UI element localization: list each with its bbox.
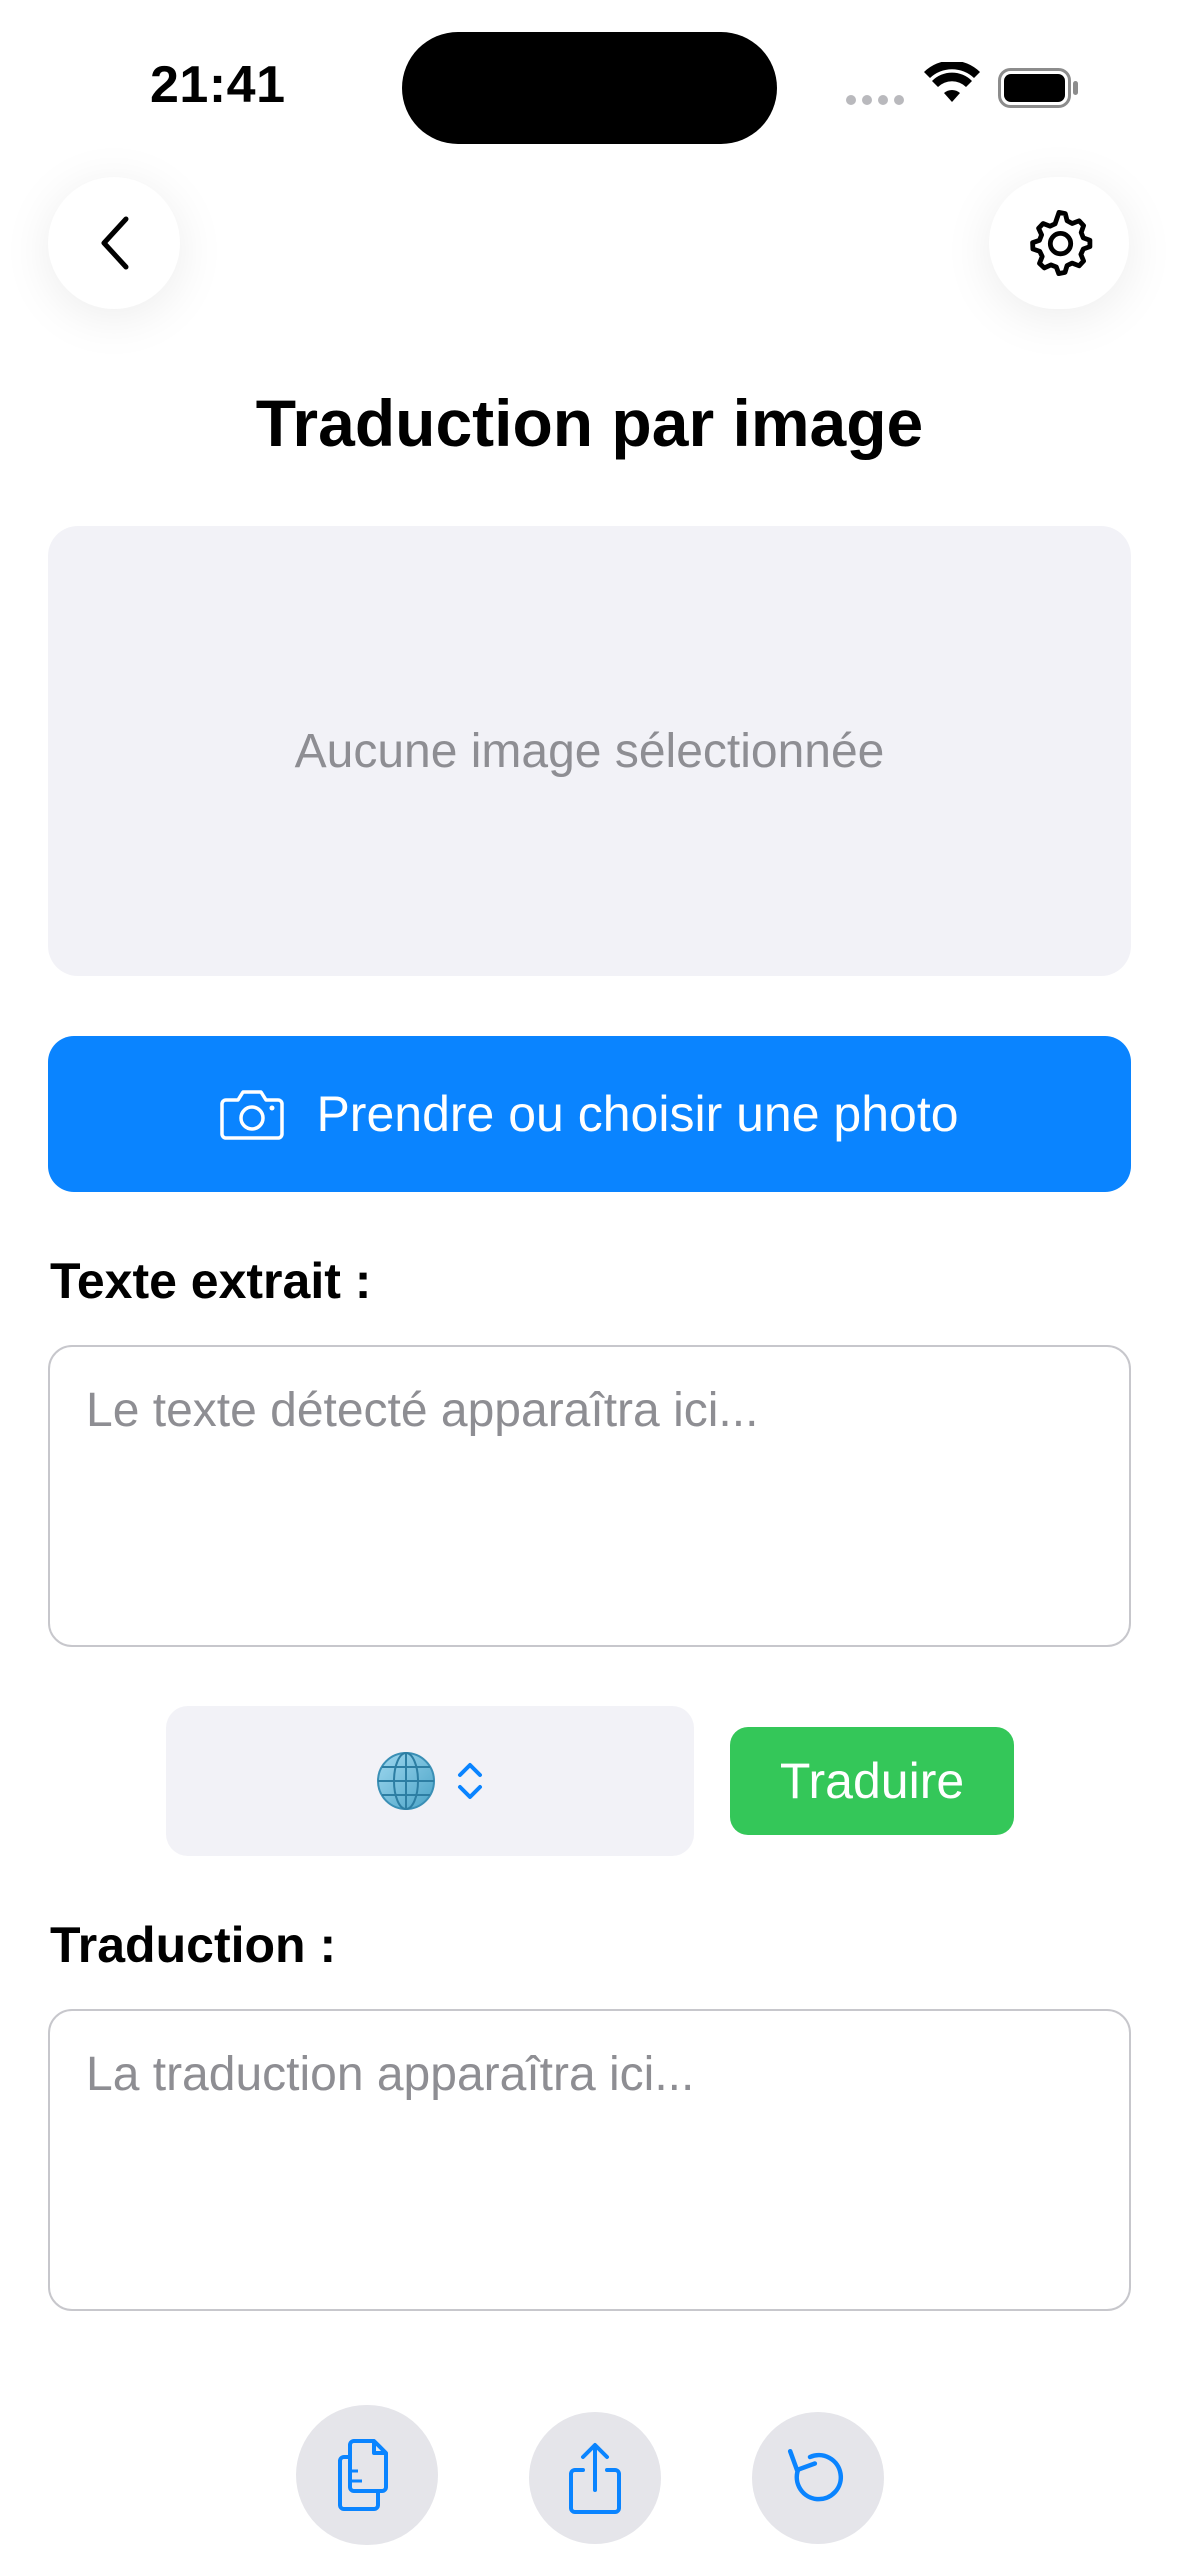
reset-button[interactable] bbox=[752, 2412, 884, 2544]
translation-placeholder: La traduction apparaîtra ici... bbox=[86, 2048, 695, 2101]
dynamic-island bbox=[402, 32, 777, 144]
chevron-up-down-icon bbox=[458, 1763, 482, 1799]
language-picker[interactable] bbox=[166, 1706, 694, 1856]
translate-button[interactable]: Traduire bbox=[730, 1727, 1014, 1835]
status-time: 21:41 bbox=[150, 56, 286, 114]
copy-icon bbox=[338, 2439, 388, 2511]
image-placeholder-text: Aucune image sélectionnée bbox=[294, 724, 885, 778]
image-preview-area: Aucune image sélectionnée bbox=[48, 526, 1131, 976]
cellular-signal-icon bbox=[846, 95, 904, 105]
extracted-text-field[interactable]: Le texte détecté apparaîtra ici... bbox=[48, 1345, 1131, 1647]
battery-icon bbox=[998, 68, 1078, 108]
extracted-text-label: Texte extrait : bbox=[50, 1253, 372, 1309]
gear-icon bbox=[1030, 210, 1093, 276]
share-icon bbox=[569, 2443, 621, 2514]
photo-button-label: Prendre ou choisir une photo bbox=[316, 1086, 959, 1142]
translation-text-field[interactable]: La traduction apparaîtra ici... bbox=[48, 2009, 1131, 2311]
chevron-left-icon bbox=[101, 216, 129, 270]
extracted-text-placeholder: Le texte détecté apparaîtra ici... bbox=[86, 1384, 759, 1437]
back-button[interactable] bbox=[48, 177, 180, 309]
copy-button[interactable] bbox=[296, 2405, 438, 2545]
reset-icon bbox=[787, 2448, 844, 2502]
translation-label: Traduction : bbox=[50, 1917, 337, 1973]
camera-icon bbox=[220, 1090, 285, 1140]
globe-icon bbox=[377, 1752, 435, 1810]
wifi-icon bbox=[924, 62, 980, 102]
share-button[interactable] bbox=[529, 2412, 661, 2544]
page-title: Traduction par image bbox=[255, 386, 924, 460]
settings-button[interactable] bbox=[989, 177, 1129, 309]
take-or-choose-photo-button[interactable]: Prendre ou choisir une photo bbox=[48, 1036, 1131, 1192]
